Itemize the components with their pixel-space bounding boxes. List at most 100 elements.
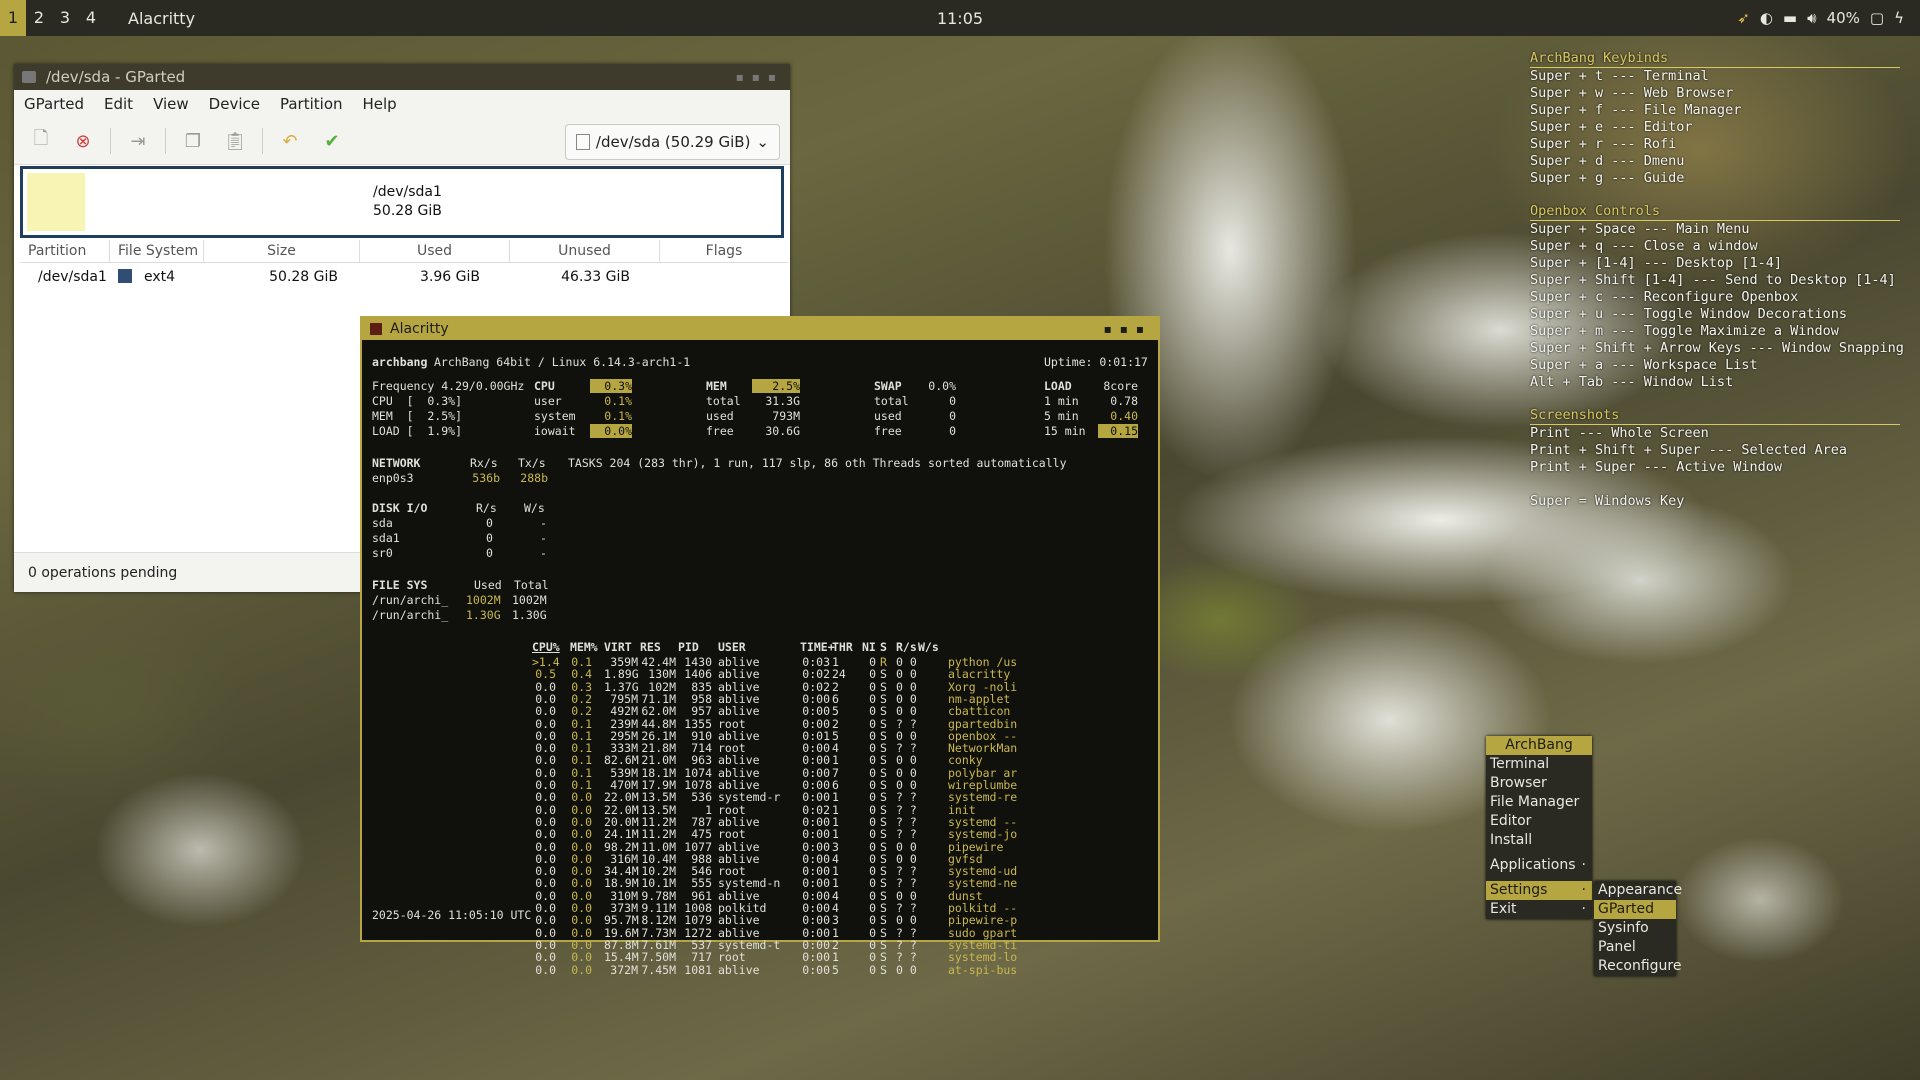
gparted-title: /dev/sda - GParted <box>46 68 186 86</box>
disk-graphic[interactable]: /dev/sda1 50.28 GiB <box>20 166 784 238</box>
undo-icon[interactable]: ↶ <box>275 126 305 156</box>
paste-icon[interactable]: 📋︎ <box>220 126 250 156</box>
cpu-gauge: CPU [ 0.3%] <box>372 394 463 408</box>
submenu-arrow-icon: · <box>1581 857 1586 873</box>
filesys-label: FILE SYS <box>372 578 428 592</box>
proc-header-time: TIME+ <box>800 640 835 654</box>
swap-free: 0 <box>949 424 956 438</box>
menu-help[interactable]: Help <box>353 95 407 113</box>
col-used[interactable]: Used <box>360 240 510 262</box>
power-icon[interactable]: ϟ <box>1894 9 1904 27</box>
workspace-2[interactable]: 2 <box>26 0 52 36</box>
table-row[interactable]: 0.0 0.0 372M 7.45M 1081 ablive 0:00 5 0 S 0 0 at-sp… <box>362 963 1158 978</box>
submenu-item-appearance[interactable]: Appearance <box>1594 881 1682 900</box>
disk-io-label: DISK I/O <box>372 501 428 515</box>
swap-total: 0 <box>949 394 956 408</box>
menu-item-file-manager[interactable]: File Manager <box>1486 793 1592 812</box>
col-flags[interactable]: Flags <box>660 240 788 262</box>
menu-item-applications[interactable]: Applications · <box>1486 856 1592 875</box>
keybinds-overlay: ArchBang Keybinds Super + t --- Terminal… <box>1530 50 1904 510</box>
top-panel: 1 2 3 4 Alacritty 11:05 ➶ ◐ ▬ 🔊︎ 40% ▢ ϟ <box>0 0 1920 36</box>
keybind-line: Super + g --- Guide <box>1530 170 1685 186</box>
menu-item-browser[interactable]: Browser <box>1486 774 1592 793</box>
proc-cell-state: S <box>880 962 887 977</box>
menu-item-settings[interactable]: Settings · <box>1486 881 1592 900</box>
window-controls[interactable]: ▪▪▪ <box>1104 322 1152 336</box>
load-5-label: 5 min <box>1044 409 1079 423</box>
cpu-iowait: 0.0% <box>590 424 632 438</box>
load-cores: 8core <box>1103 379 1138 393</box>
disk-partition-size: 50.28 GiB <box>373 203 442 219</box>
menu-item-editor[interactable]: Editor <box>1486 812 1592 831</box>
new-partition-icon[interactable]: 🗋 <box>26 126 56 156</box>
disk-io-dev: sr0 <box>372 546 393 560</box>
proc-header-thr: THR <box>832 640 853 654</box>
delete-partition-icon[interactable]: ⊗ <box>68 126 98 156</box>
load-gauge: LOAD [ 1.9%] <box>372 424 463 438</box>
device-selector-value: /dev/sda (50.29 GiB) <box>595 133 751 151</box>
screen-icon[interactable]: ▢ <box>1870 9 1884 27</box>
disk-partition-name: /dev/sda1 <box>373 184 442 200</box>
copy-icon[interactable]: ❐ <box>178 126 208 156</box>
menu-device[interactable]: Device <box>199 95 270 113</box>
toolbar-separator <box>262 128 263 154</box>
keybind-line: Super + Shift [1-4] --- Send to Desktop … <box>1530 272 1896 288</box>
workspace-4[interactable]: 4 <box>78 0 104 36</box>
disk-io-w: - <box>540 516 547 530</box>
proc-header-pid: PID <box>678 640 699 654</box>
workspace-3[interactable]: 3 <box>52 0 78 36</box>
col-filesystem[interactable]: File System <box>110 240 204 262</box>
proc-header-mem: MEM% <box>570 640 598 654</box>
gparted-titlebar[interactable]: /dev/sda - GParted ▪▪▪ <box>14 64 790 90</box>
fs-color-swatch <box>118 269 132 283</box>
cell-fs-text: ext4 <box>144 269 176 285</box>
window-controls[interactable]: ▪▪▪ <box>736 70 784 84</box>
rocket-icon[interactable]: ➶ <box>1737 9 1750 27</box>
menu-gparted[interactable]: GParted <box>14 95 94 113</box>
active-window-title: Alacritty <box>128 8 196 28</box>
proc-cell-mem: 0.0 <box>571 962 592 977</box>
device-selector[interactable]: /dev/sda (50.29 GiB) ⌄ <box>564 124 780 160</box>
submenu-item-gparted[interactable]: GParted <box>1594 900 1676 919</box>
alacritty-titlebar[interactable]: Alacritty ▪▪▪ <box>362 318 1158 340</box>
keybind-line: Super + a --- Workspace List <box>1530 357 1758 373</box>
table-row[interactable]: /dev/sda1 ext4 50.28 GiB 3.96 GiB 46.33 … <box>20 266 788 288</box>
submenu-item-sysinfo[interactable]: Sysinfo <box>1594 919 1676 938</box>
update-icon[interactable]: ◐ <box>1760 9 1773 27</box>
folder-icon[interactable]: ▬ <box>1783 9 1797 27</box>
proc-header-virt: VIRT <box>604 640 632 654</box>
submenu-item-reconfigure[interactable]: Reconfigure <box>1594 957 1682 976</box>
col-partition[interactable]: Partition <box>20 240 110 262</box>
menu-partition[interactable]: Partition <box>270 95 353 113</box>
keybind-line: Super + Space --- Main Menu <box>1530 221 1750 237</box>
openbox-controls-heading: Openbox Controls <box>1530 203 1900 221</box>
submenu-arrow-icon: · <box>1581 882 1586 898</box>
col-unused[interactable]: Unused <box>510 240 660 262</box>
screenshots-heading: Screenshots <box>1530 407 1900 425</box>
volume-icon[interactable]: 🔊︎ <box>1807 9 1816 27</box>
submenu-item-panel[interactable]: Panel <box>1594 938 1676 957</box>
disk-io-r: 0 <box>486 531 493 545</box>
proc-header-user: USER <box>718 640 746 654</box>
load-5: 0.40 <box>1110 409 1138 423</box>
menu-item-terminal[interactable]: Terminal <box>1486 755 1592 774</box>
menu-view[interactable]: View <box>143 95 199 113</box>
col-size[interactable]: Size <box>204 240 360 262</box>
disk-io-dev: sda <box>372 516 393 530</box>
menu-item-exit-label: Exit <box>1490 901 1517 917</box>
network-label: NETWORK <box>372 456 421 470</box>
apply-icon[interactable]: ✔ <box>317 126 347 156</box>
cpu-total: 0.3% <box>590 379 632 393</box>
menu-item-install[interactable]: Install <box>1486 831 1592 850</box>
network-tx-header: Tx/s <box>518 456 546 470</box>
proc-header-ni: NI <box>862 640 876 654</box>
proc-header-rs: R/s <box>896 640 917 654</box>
tasks-summary: TASKS 204 (283 thr), 1 run, 117 slp, 86 … <box>568 456 1067 470</box>
alacritty-title: Alacritty <box>390 321 449 337</box>
resize-move-icon[interactable]: ⇥ <box>123 126 153 156</box>
keybinds-heading: ArchBang Keybinds <box>1530 50 1900 68</box>
menu-item-exit[interactable]: Exit · <box>1486 900 1592 919</box>
workspace-1[interactable]: 1 <box>0 0 26 36</box>
hostname: archbang <box>372 355 428 369</box>
menu-edit[interactable]: Edit <box>94 95 143 113</box>
